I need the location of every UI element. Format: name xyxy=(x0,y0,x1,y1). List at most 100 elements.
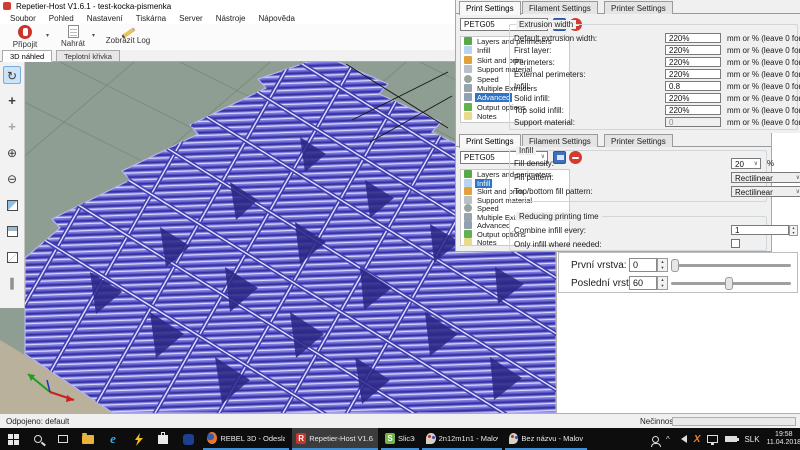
hidden-icons-chevron[interactable]: ^ xyxy=(666,435,670,444)
solid-infill-width-input[interactable]: 220% xyxy=(665,93,721,103)
start-button[interactable] xyxy=(2,428,24,450)
speed-icon xyxy=(464,75,472,83)
last-layer-spinner[interactable]: ▲▼ xyxy=(657,276,668,290)
tab-3d-preview[interactable]: 3D náhled xyxy=(2,50,52,62)
last-layer-slider[interactable] xyxy=(671,282,791,285)
slicer1-tab-printer[interactable]: Printer Settings xyxy=(604,1,673,14)
task-view-button[interactable] xyxy=(52,428,74,450)
menu-napoveda[interactable]: Nápověda xyxy=(259,14,295,23)
app-button[interactable] xyxy=(177,428,199,450)
menu-server[interactable]: Server xyxy=(179,14,203,23)
output-icon xyxy=(464,230,472,238)
slicer2-tab-printer[interactable]: Printer Settings xyxy=(604,134,673,147)
zoom-out-icon[interactable]: ⊖ xyxy=(3,170,21,188)
layers-icon xyxy=(464,37,472,45)
search-icon xyxy=(34,435,42,443)
taskbar-firefox[interactable]: REBEL 3D - Odeslat... xyxy=(203,428,289,450)
top-view-icon[interactable] xyxy=(3,248,21,266)
first-layer-label: První vrstva: xyxy=(571,260,627,271)
layers-icon xyxy=(464,170,472,178)
volume-icon[interactable] xyxy=(677,435,687,443)
menu-pohled[interactable]: Pohled xyxy=(49,14,74,23)
search-button[interactable] xyxy=(27,428,49,450)
slicer2-tabstrip: Print Settings Filament Settings Printer… xyxy=(456,133,771,147)
avast-icon[interactable]: X xyxy=(694,434,701,445)
connection-status: Odpojeno: default xyxy=(6,417,69,426)
desktop: Repetier-Host V1.6.1 - test-kocka-pismen… xyxy=(0,0,800,450)
language-indicator[interactable]: SLK xyxy=(744,435,759,444)
taskbar-paint1[interactable]: 2n12m1n1 - Malov... xyxy=(422,428,502,450)
notes-icon xyxy=(464,112,472,120)
first-layer-slider[interactable] xyxy=(671,264,791,267)
menu-nastroje[interactable]: Nástroje xyxy=(216,14,246,23)
view-tabstrip: 3D náhled Teplotní křivka xyxy=(0,50,455,62)
show-log-button[interactable]: Zobrazit Log xyxy=(100,25,156,45)
lightning-icon xyxy=(133,433,144,446)
display-icon[interactable] xyxy=(707,435,718,443)
menu-tiskarna[interactable]: Tiskárna xyxy=(136,14,166,23)
clock[interactable]: 19:58 11.04.2018 xyxy=(767,431,800,447)
infill-icon xyxy=(464,179,472,187)
default-extrusion-width-input[interactable]: 220% xyxy=(665,33,721,43)
slicer1-tab-print[interactable]: Print Settings xyxy=(459,1,521,15)
store-button[interactable] xyxy=(152,428,174,450)
slicer1-tab-filament[interactable]: Filament Settings xyxy=(522,1,598,14)
connect-button[interactable]: Připojit xyxy=(4,25,46,49)
first-layer-spinner[interactable]: ▲▼ xyxy=(657,258,668,272)
perimeters-width-input[interactable]: 220% xyxy=(665,57,721,67)
battery-icon[interactable] xyxy=(725,436,737,442)
windows-logo-icon xyxy=(8,434,19,445)
last-layer-slider-thumb[interactable] xyxy=(725,277,733,290)
move-object-icon[interactable]: + xyxy=(3,92,21,110)
rotate-view-icon[interactable]: ↻ xyxy=(3,66,21,84)
first-layer-width-input[interactable]: 220% xyxy=(665,45,721,55)
skirt-icon xyxy=(464,56,472,64)
external-perimeters-width-input[interactable]: 220% xyxy=(665,69,721,79)
front-view-icon[interactable] xyxy=(3,222,21,240)
menubar: Soubor Pohled Nastavení Tiskárna Server … xyxy=(0,12,455,24)
winamp-button[interactable] xyxy=(127,428,149,450)
last-layer-value[interactable]: 60 xyxy=(629,276,657,290)
zoom-in-icon[interactable]: ⊕ xyxy=(3,144,21,162)
tab-temperature-curve[interactable]: Teplotní křivka xyxy=(56,50,120,62)
people-icon[interactable] xyxy=(652,436,659,443)
parallel-projection-icon[interactable]: ∥ xyxy=(3,274,21,292)
edge-button[interactable]: e xyxy=(102,428,124,450)
top-solid-infill-width-input[interactable]: 220% xyxy=(665,105,721,115)
load-dropdown-icon[interactable]: ▾ xyxy=(92,32,95,39)
support-icon xyxy=(464,196,472,204)
first-layer-slider-thumb[interactable] xyxy=(671,259,679,272)
store-bag-icon xyxy=(158,435,168,444)
app-icon xyxy=(3,2,11,10)
infill-width-input[interactable]: 0.8 xyxy=(665,81,721,91)
slic3r-icon: S xyxy=(385,433,395,444)
combine-infill-input[interactable]: 1 xyxy=(731,225,789,235)
taskbar-slicer[interactable]: S Slic3r xyxy=(381,428,419,450)
combine-infill-spinner[interactable]: ▲▼ xyxy=(789,225,798,236)
speed-icon xyxy=(464,204,472,212)
extruders-icon xyxy=(464,213,472,221)
only-infill-checkbox[interactable] xyxy=(731,239,740,248)
menu-soubor[interactable]: Soubor xyxy=(10,14,36,23)
top-bottom-fill-pattern-combo[interactable]: Rectilinear∨ xyxy=(731,186,800,197)
output-icon xyxy=(464,103,472,111)
first-layer-value[interactable]: 0 xyxy=(629,258,657,272)
file-explorer-button[interactable] xyxy=(77,428,99,450)
status-bar: Odpojeno: default Nečinnost. xyxy=(0,413,800,428)
slicer2-tab-print[interactable]: Print Settings xyxy=(459,134,521,148)
firefox-icon xyxy=(207,432,217,444)
fill-pattern-combo[interactable]: Rectilinear∨ xyxy=(731,172,800,183)
repetier-icon: R xyxy=(296,433,306,444)
move-viewpoint-icon[interactable]: + xyxy=(3,118,21,136)
power-plug-icon xyxy=(18,25,32,39)
fill-density-combo[interactable]: 20∨ xyxy=(731,158,761,169)
taskbar-paint2[interactable]: Bez názvu - Malová... xyxy=(505,428,587,450)
menu-nastaveni[interactable]: Nastavení xyxy=(87,14,123,23)
load-button[interactable]: Nahrát xyxy=(55,25,91,48)
isometric-view-icon[interactable] xyxy=(3,196,21,214)
infill-icon xyxy=(464,46,472,54)
taskbar-repetier[interactable]: R Repetier-Host V1.6... xyxy=(292,428,378,450)
slicer-window-infill: Print Settings Filament Settings Printer… xyxy=(455,133,772,252)
window-title: Repetier-Host V1.6.1 - test-kocka-pismen… xyxy=(16,2,171,11)
connect-dropdown-icon[interactable]: ▾ xyxy=(46,32,49,39)
